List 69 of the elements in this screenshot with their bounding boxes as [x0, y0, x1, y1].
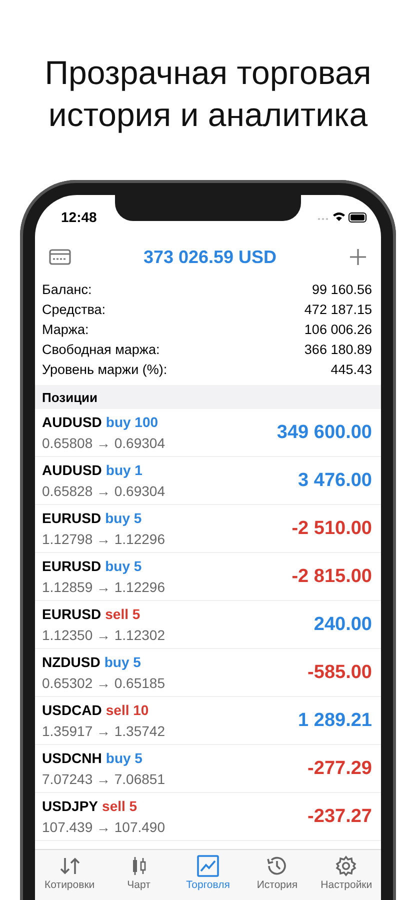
- position-row[interactable]: USDCAD sell 10 1.35917 → 1.35742 1 289.21: [35, 697, 381, 745]
- section-title: Позиции: [42, 390, 98, 404]
- position-row[interactable]: NZDUSD buy 5 0.65302 → 0.65185 -585.00: [35, 649, 381, 697]
- position-symbol: USDCNH: [42, 750, 102, 766]
- position-profit: 349 600.00: [276, 422, 372, 444]
- position-prices: 0.65808 → 0.69304: [42, 435, 165, 451]
- position-side: sell 5: [105, 606, 140, 622]
- plus-icon[interactable]: [349, 248, 367, 266]
- position-side: buy 5: [105, 510, 142, 526]
- position-symbol: AUDUSD: [42, 462, 102, 478]
- position-prices: 0.65828 → 0.69304: [42, 483, 165, 499]
- position-prices: 1.12859 → 1.12296: [42, 579, 165, 595]
- position-side: sell 5: [102, 798, 138, 814]
- summary-label: Маржа:: [42, 322, 89, 336]
- position-prices: 1.12350 → 1.12302: [42, 627, 165, 643]
- position-profit: -2 510.00: [292, 518, 372, 540]
- summary-value: 472 187.15: [304, 302, 372, 316]
- summary-label: Средства:: [42, 302, 106, 316]
- summary-value: 106 006.26: [304, 322, 372, 336]
- position-symbol: EURUSD: [42, 606, 102, 622]
- position-profit: 3 476.00: [298, 470, 372, 492]
- summary-value: 99 160.56: [312, 282, 372, 296]
- summary-label: Уровень маржи (%):: [42, 362, 168, 376]
- position-row[interactable]: USDCNH buy 5 7.07243 → 7.06851 -277.29: [35, 745, 381, 793]
- position-side: buy 100: [106, 414, 158, 430]
- position-symbol: USDCAD: [42, 702, 102, 718]
- position-symbol: USDJPY: [42, 798, 98, 814]
- position-side: buy 1: [106, 462, 142, 478]
- position-profit: -237.27: [308, 806, 372, 828]
- position-symbol: NZDUSD: [42, 654, 100, 670]
- tab[interactable]: Настройки: [312, 850, 381, 900]
- summary-label: Баланс:: [42, 282, 92, 296]
- position-row[interactable]: USDJPY sell 5 107.439 → 107.490 -237.27: [35, 793, 381, 841]
- status-time: 12:48: [61, 209, 97, 225]
- position-row[interactable]: AUDUSD buy 1 0.65828 → 0.69304 3 476.00: [35, 457, 381, 505]
- summary-value: 445.43: [330, 362, 372, 376]
- position-row[interactable]: EURUSD buy 5 1.12859 → 1.12296 -2 815.00: [35, 553, 381, 601]
- position-profit: 240.00: [314, 614, 372, 636]
- position-side: buy 5: [105, 558, 142, 574]
- tab[interactable]: История: [242, 850, 312, 900]
- status-icons: [317, 211, 367, 223]
- summary-value: 366 180.89: [304, 342, 372, 356]
- tab[interactable]: Торговля: [173, 850, 243, 900]
- card-icon[interactable]: [49, 249, 71, 265]
- tab[interactable]: Котировки: [35, 850, 104, 900]
- position-prices: 0.65302 → 0.65185: [42, 675, 165, 691]
- position-symbol: EURUSD: [42, 510, 102, 526]
- settings-icon: [334, 855, 358, 877]
- position-side: sell 10: [106, 702, 149, 718]
- line-chart-icon: [196, 855, 220, 877]
- position-side: buy 5: [106, 750, 142, 766]
- position-prices: 7.07243 → 7.06851: [42, 771, 165, 787]
- tab[interactable]: Чарт: [104, 850, 174, 900]
- position-side: buy 5: [104, 654, 141, 670]
- arrows-icon: [58, 855, 82, 877]
- position-profit: 1 289.21: [298, 710, 372, 732]
- position-profit: -585.00: [308, 662, 372, 684]
- account-total: 373 026.59 USD: [143, 246, 277, 268]
- position-prices: 107.439 → 107.490: [42, 819, 165, 835]
- position-prices: 1.12798 → 1.12296: [42, 531, 165, 547]
- position-symbol: EURUSD: [42, 558, 102, 574]
- position-row[interactable]: EURUSD buy 5 1.12798 → 1.12296 -2 510.00: [35, 505, 381, 553]
- position-profit: -277.29: [308, 758, 372, 780]
- position-row[interactable]: EURUSD sell 5 1.12350 → 1.12302 240.00: [35, 601, 381, 649]
- summary-label: Свободная маржа:: [42, 342, 160, 356]
- position-profit: -2 815.00: [292, 566, 372, 588]
- position-prices: 1.35917 → 1.35742: [42, 723, 165, 739]
- position-row[interactable]: AUDUSD buy 100 0.65808 → 0.69304 349 600.00: [35, 409, 381, 457]
- position-symbol: AUDUSD: [42, 414, 102, 430]
